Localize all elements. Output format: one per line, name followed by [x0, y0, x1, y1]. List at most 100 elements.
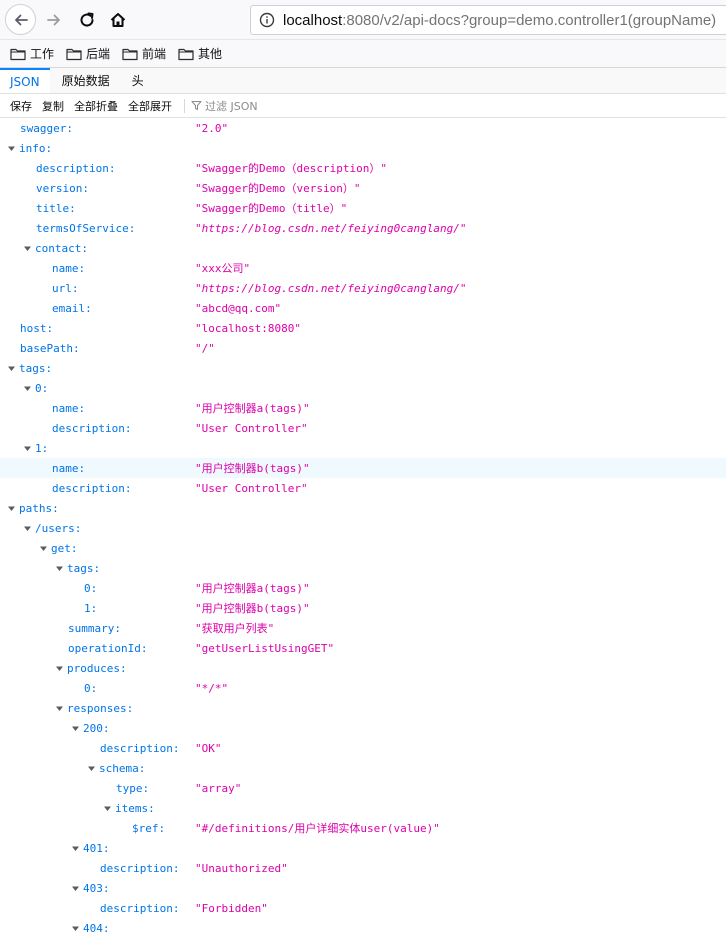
tree-row[interactable]: info: — [0, 138, 726, 158]
tree-row[interactable]: paths: — [0, 498, 726, 518]
json-value: "2.0" — [195, 121, 229, 135]
save-button[interactable]: 保存 — [10, 98, 32, 114]
tree-row[interactable]: name: "用户控制器b(tags)" — [0, 458, 726, 478]
tree-row[interactable]: 401: — [0, 838, 726, 858]
tree-row[interactable]: contact: — [0, 238, 726, 258]
expand-toggle[interactable] — [102, 803, 112, 813]
expand-toggle[interactable] — [70, 923, 80, 933]
tree-row[interactable]: description: "Swagger的Demo（description）" — [0, 158, 726, 178]
json-key: 200: — [83, 721, 110, 735]
tree-row[interactable]: 404: — [0, 918, 726, 938]
expand-toggle[interactable] — [22, 383, 32, 393]
expand-arrow-icon — [55, 706, 63, 711]
tree-key-cell: responses: — [0, 702, 190, 715]
json-value: "/" — [195, 341, 215, 355]
expand-arrow-icon — [23, 386, 31, 391]
tree-row[interactable]: swagger: "2.0" — [0, 118, 726, 138]
tree-row[interactable]: get: — [0, 538, 726, 558]
tab[interactable]: 原始数据 — [52, 68, 120, 93]
expand-toggle[interactable] — [70, 723, 80, 733]
expand-arrow-icon — [55, 666, 63, 671]
reload-button[interactable] — [72, 5, 102, 35]
tree-row[interactable]: description: "Forbidden" — [0, 898, 726, 918]
tree-row[interactable]: 403: — [0, 878, 726, 898]
json-value: "Forbidden" — [195, 901, 268, 915]
json-key: description: — [100, 901, 180, 915]
json-key: description: — [36, 161, 116, 175]
tree-key-cell: 1: — [0, 442, 190, 455]
tree-row[interactable]: host: "localhost:8080" — [0, 318, 726, 338]
tree-row[interactable]: basePath: "/" — [0, 338, 726, 358]
tree-row[interactable]: 0: — [0, 378, 726, 398]
tree-key-cell: 1: — [0, 602, 190, 615]
tree-row[interactable]: termsOfService: "https://blog.csdn.net/fe… — [0, 218, 726, 238]
tree-row[interactable]: title: "Swagger的Demo（title）" — [0, 198, 726, 218]
bookmark-folder[interactable]: 工作 — [10, 45, 54, 62]
expand-toggle[interactable] — [6, 503, 16, 513]
url-bar[interactable]: localhost:8080/v2/api-docs?group=demo.co… — [250, 5, 726, 35]
bookmark-folder[interactable]: 其他 — [178, 45, 222, 62]
tree-key-cell: 0: — [0, 382, 190, 395]
tree-row[interactable]: $ref: "#/definitions/用户详细实体user(value)" — [0, 818, 726, 838]
tree-row[interactable]: version: "Swagger的Demo（version）" — [0, 178, 726, 198]
tree-key-cell: summary: — [0, 622, 190, 635]
tree-row[interactable]: 1: "用户控制器b(tags)" — [0, 598, 726, 618]
tree-row[interactable]: tags: — [0, 358, 726, 378]
tree-row[interactable]: type: "array" — [0, 778, 726, 798]
tree-key-cell: url: — [0, 282, 190, 295]
tree-row[interactable]: url: "https://blog.csdn.net/feiying0cangl… — [0, 278, 726, 298]
tree-row[interactable]: description: "User Controller" — [0, 418, 726, 438]
tree-row[interactable]: /users: — [0, 518, 726, 538]
json-key: 403: — [83, 881, 110, 895]
tree-row[interactable]: 200: — [0, 718, 726, 738]
tree-row[interactable]: 0: "*/*" — [0, 678, 726, 698]
tree-row[interactable]: email: "abcd@qq.com" — [0, 298, 726, 318]
info-icon[interactable] — [259, 12, 275, 28]
forward-button[interactable] — [39, 5, 69, 35]
collapse-all-button[interactable]: 全部折叠 — [74, 98, 118, 114]
expand-toggle[interactable] — [38, 543, 48, 553]
expand-toggle[interactable] — [70, 843, 80, 853]
tree-row[interactable]: 0: "用户控制器a(tags)" — [0, 578, 726, 598]
expand-toggle[interactable] — [86, 763, 96, 773]
home-button[interactable] — [103, 5, 133, 35]
bookmark-folder[interactable]: 前端 — [122, 45, 166, 62]
expand-toggle[interactable] — [54, 703, 64, 713]
filter-json-input[interactable]: 过滤 JSON — [191, 98, 258, 114]
expand-toggle[interactable] — [6, 143, 16, 153]
json-key: /users: — [35, 521, 82, 535]
bookmark-folder[interactable]: 后端 — [66, 45, 110, 62]
tree-row[interactable]: operationId: "getUserListUsingGET" — [0, 638, 726, 658]
tree-row[interactable]: produces: — [0, 658, 726, 678]
expand-toggle[interactable] — [22, 243, 32, 253]
expand-toggle[interactable] — [6, 363, 16, 373]
tree-row[interactable]: 1: — [0, 438, 726, 458]
tree-row[interactable]: description: "OK" — [0, 738, 726, 758]
json-key: items: — [115, 801, 155, 815]
expand-arrow-icon — [23, 446, 31, 451]
expand-toggle[interactable] — [22, 443, 32, 453]
expand-arrow-icon — [103, 806, 111, 811]
tree-row[interactable]: schema: — [0, 758, 726, 778]
expand-toggle[interactable] — [22, 523, 32, 533]
tab[interactable]: 头 — [122, 68, 154, 93]
tree-row[interactable]: tags: — [0, 558, 726, 578]
expand-all-button[interactable]: 全部展开 — [128, 98, 172, 114]
expand-toggle[interactable] — [54, 663, 64, 673]
tree-row[interactable]: name: "xxx公司" — [0, 258, 726, 278]
copy-button[interactable]: 复制 — [42, 98, 64, 114]
expand-arrow-icon — [23, 246, 31, 251]
back-button[interactable] — [5, 4, 36, 35]
expand-toggle[interactable] — [54, 563, 64, 573]
expand-toggle[interactable] — [70, 883, 80, 893]
tree-row[interactable]: description: "User Controller" — [0, 478, 726, 498]
tree-row[interactable]: description: "Unauthorized" — [0, 858, 726, 878]
tree-key-cell: description: — [0, 162, 190, 175]
tree-row[interactable]: responses: — [0, 698, 726, 718]
filter-json-placeholder: 过滤 JSON — [205, 99, 258, 113]
tree-row[interactable]: items: — [0, 798, 726, 818]
tree-row[interactable]: summary: "获取用户列表" — [0, 618, 726, 638]
tree-key-cell: version: — [0, 182, 190, 195]
tree-row[interactable]: name: "用户控制器a(tags)" — [0, 398, 726, 418]
tab[interactable]: JSON — [0, 68, 50, 93]
